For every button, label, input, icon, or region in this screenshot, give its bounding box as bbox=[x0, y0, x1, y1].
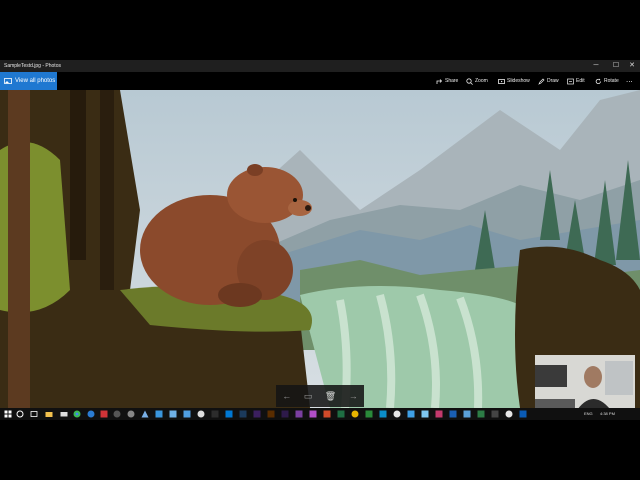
minimize-button[interactable]: ─ bbox=[588, 61, 604, 71]
close-button[interactable]: ✕ bbox=[624, 61, 640, 71]
app-icon[interactable] bbox=[295, 410, 303, 418]
illustrator-icon[interactable] bbox=[267, 410, 275, 418]
premiere-icon[interactable] bbox=[253, 410, 261, 418]
app-icon[interactable] bbox=[351, 410, 359, 418]
filmstrip-toggle-icon[interactable]: ▭ bbox=[304, 391, 313, 402]
app-icon[interactable] bbox=[197, 410, 205, 418]
tree-trunk bbox=[70, 90, 86, 260]
pen-icon bbox=[538, 78, 545, 85]
app-icon[interactable] bbox=[463, 410, 471, 418]
app-icon[interactable] bbox=[155, 410, 163, 418]
delete-icon[interactable]: 🗑 bbox=[325, 391, 336, 402]
after-effects-icon[interactable] bbox=[281, 410, 289, 418]
view-all-photos-button[interactable]: View all photos bbox=[0, 72, 57, 90]
file-explorer-icon[interactable] bbox=[45, 410, 53, 418]
app-icon[interactable] bbox=[379, 410, 387, 418]
tree-trunk bbox=[100, 90, 114, 290]
edit-button[interactable]: Edit bbox=[567, 72, 585, 90]
app-icon[interactable] bbox=[211, 410, 219, 418]
mail-icon[interactable] bbox=[60, 410, 68, 418]
next-arrow-icon[interactable]: → bbox=[349, 391, 358, 401]
app-icon[interactable] bbox=[491, 410, 499, 418]
app-icon[interactable] bbox=[407, 410, 415, 418]
rotate-label: Rotate bbox=[604, 78, 619, 84]
edit-icon bbox=[567, 78, 574, 84]
app-icon[interactable] bbox=[225, 410, 233, 418]
app-icon[interactable] bbox=[365, 410, 373, 418]
draw-button[interactable]: Draw bbox=[538, 72, 559, 90]
draw-label: Draw bbox=[547, 78, 559, 84]
app-icon[interactable] bbox=[169, 410, 177, 418]
zoom-icon bbox=[466, 77, 473, 85]
app-icon[interactable] bbox=[435, 410, 443, 418]
window-titlebar: SampleTestd.jpg - Photos ─ ☐ ✕ bbox=[0, 60, 640, 72]
window-title: SampleTestd.jpg - Photos bbox=[4, 63, 61, 69]
windows-start-icon[interactable] bbox=[4, 410, 12, 418]
filmstrip-navigation: ← ▭ 🗑 → bbox=[276, 385, 364, 407]
clock[interactable]: 4:38 PM bbox=[600, 410, 615, 418]
slideshow-icon bbox=[498, 78, 505, 84]
photos-app-icon[interactable] bbox=[519, 410, 527, 418]
media-icon[interactable] bbox=[100, 410, 108, 418]
chrome-icon[interactable] bbox=[73, 410, 81, 418]
app-icon[interactable] bbox=[421, 410, 429, 418]
rotate-icon bbox=[595, 78, 601, 84]
app-icon[interactable] bbox=[449, 410, 457, 418]
edge-icon[interactable] bbox=[87, 410, 95, 418]
maximize-button[interactable]: ☐ bbox=[608, 61, 624, 71]
slideshow-label: Slideshow bbox=[507, 78, 530, 84]
obs-icon[interactable] bbox=[113, 410, 121, 418]
app-icon[interactable] bbox=[309, 410, 317, 418]
app-icon[interactable] bbox=[127, 410, 135, 418]
previous-arrow-icon[interactable]: ← bbox=[282, 391, 291, 401]
view-all-photos-label: View all photos bbox=[15, 78, 56, 84]
app-icon[interactable] bbox=[393, 410, 401, 418]
share-label: Share bbox=[445, 78, 459, 84]
app-icon[interactable] bbox=[141, 410, 149, 418]
task-view-icon[interactable] bbox=[30, 410, 38, 418]
zoom-label: Zoom bbox=[475, 78, 488, 84]
more-options-button[interactable]: ... bbox=[626, 72, 633, 90]
app-icon[interactable] bbox=[505, 410, 513, 418]
zoom-button[interactable]: Zoom bbox=[466, 72, 488, 90]
share-button[interactable]: Share bbox=[436, 72, 458, 90]
photos-icon bbox=[4, 78, 12, 84]
share-icon bbox=[436, 78, 443, 84]
cortana-icon[interactable] bbox=[16, 410, 24, 418]
edit-label: Edit bbox=[576, 78, 585, 84]
app-icon[interactable] bbox=[337, 410, 345, 418]
app-icon[interactable] bbox=[323, 410, 331, 418]
taskbar: ENG 4:38 PM bbox=[0, 408, 640, 420]
rotate-button[interactable]: Rotate bbox=[595, 72, 619, 90]
app-icon[interactable] bbox=[183, 410, 191, 418]
slideshow-button[interactable]: Slideshow bbox=[498, 72, 530, 90]
tree-trunk bbox=[8, 90, 30, 408]
webcam-overlay bbox=[535, 355, 635, 413]
app-icon[interactable] bbox=[477, 410, 485, 418]
photoshop-icon[interactable] bbox=[239, 410, 247, 418]
language-indicator[interactable]: ENG bbox=[584, 410, 593, 418]
